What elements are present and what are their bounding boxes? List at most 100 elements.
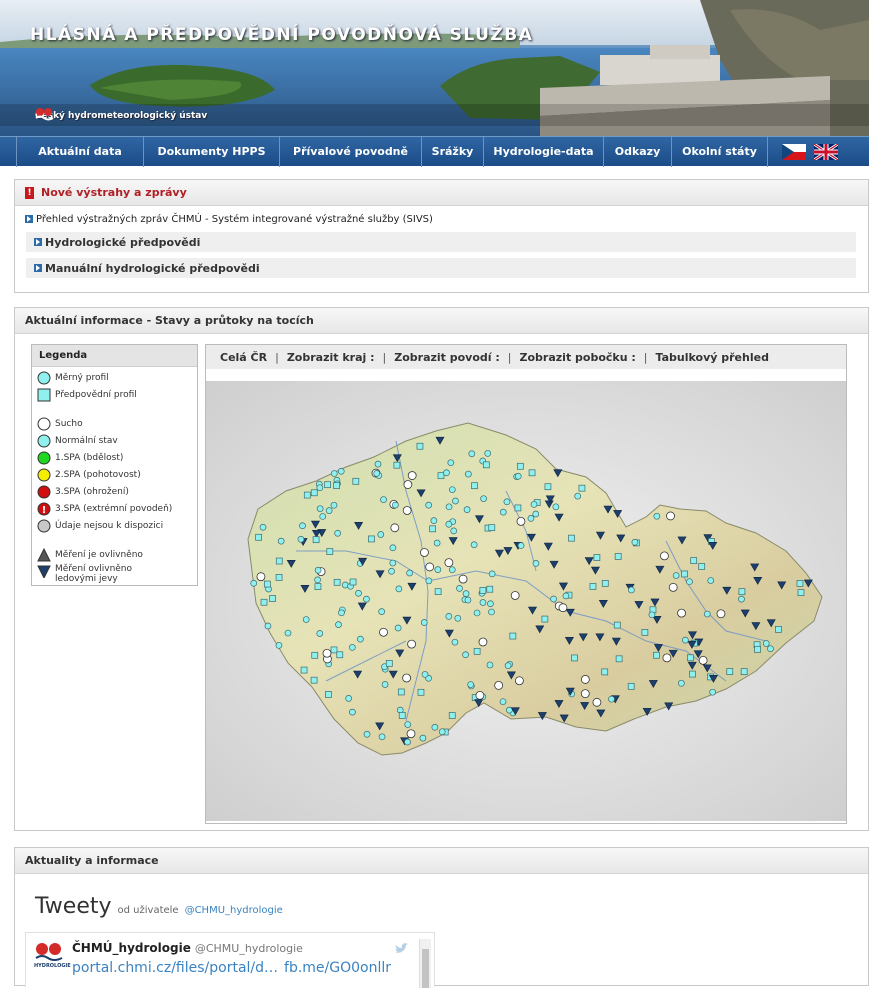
measuring-station-marker[interactable] [473,609,481,617]
measuring-station-marker[interactable] [314,576,321,584]
measuring-station-marker[interactable] [488,570,496,578]
forecast-station-marker[interactable] [310,489,318,497]
measuring-station-marker[interactable] [250,579,258,587]
measuring-station-marker[interactable] [484,450,492,457]
measuring-station-marker[interactable] [316,505,324,513]
drought-station-marker[interactable] [402,673,412,683]
measuring-station-marker[interactable] [425,577,433,585]
drought-station-marker[interactable] [402,506,412,515]
measuring-station-marker[interactable] [443,469,450,477]
measuring-station-marker[interactable] [264,622,272,630]
measuring-station-marker[interactable] [259,523,267,531]
forecast-station-marker[interactable] [333,482,340,489]
tab-zobrazit-povodi[interactable]: Zobrazit povodí : [394,351,500,364]
measuring-station-marker[interactable] [275,641,283,649]
measuring-station-marker[interactable] [419,734,427,742]
tab-cela-cr[interactable]: Celá ČR [220,351,267,364]
forecast-station-marker[interactable] [738,588,746,596]
forecast-station-marker[interactable] [300,666,308,674]
forecast-station-marker[interactable] [544,483,552,491]
forecast-station-marker[interactable] [314,583,322,590]
warnings-title[interactable]: Nové výstrahy a zprávy [41,186,187,199]
forecast-station-marker[interactable] [641,629,649,636]
measuring-station-marker[interactable] [608,695,615,703]
measuring-station-marker[interactable] [517,542,525,549]
measuring-station-marker[interactable] [330,501,338,509]
measuring-station-marker[interactable] [380,496,387,503]
forecast-station-marker[interactable] [303,491,311,499]
forecast-station-marker[interactable] [486,585,494,593]
drought-station-marker[interactable] [698,655,708,665]
measuring-station-marker[interactable] [574,492,582,500]
forecast-station-marker[interactable] [726,668,734,675]
measuring-station-marker[interactable] [431,723,439,731]
forecast-station-marker[interactable] [310,676,318,684]
measuring-station-marker[interactable] [325,507,333,514]
measuring-station-marker[interactable] [653,512,661,520]
widget-handle-link[interactable]: @CHMU_hydrologie [185,905,283,916]
forecast-station-marker[interactable] [255,533,262,541]
forecast-station-marker[interactable] [393,461,401,469]
tweet-card[interactable]: HYDROLOGIE ČHMÚ_hydrologie @CHMU_hydrolo… [25,932,435,988]
forecast-station-marker[interactable] [687,654,694,662]
forecast-station-marker[interactable] [614,553,622,560]
forecast-station-marker[interactable] [516,462,524,470]
measuring-station-marker[interactable] [404,738,411,746]
nav-aktualni-data[interactable]: Aktuální data [16,136,144,167]
measuring-station-marker[interactable] [738,595,745,603]
drought-station-marker[interactable] [677,608,686,618]
measuring-station-marker[interactable] [355,589,362,597]
measuring-station-marker[interactable] [467,681,475,688]
measuring-station-marker[interactable] [686,578,693,586]
forecast-station-marker[interactable] [416,442,424,450]
nav-privalove-povodne[interactable]: Přívalové povodně [280,136,422,167]
measuring-station-marker[interactable] [462,590,470,597]
forecast-station-marker[interactable] [263,580,271,588]
forecast-station-marker[interactable] [601,668,609,676]
forecast-station-marker[interactable] [330,646,338,654]
forecast-station-marker[interactable] [325,691,332,698]
nav-dokumenty-hpps[interactable]: Dokumenty HPPS [144,136,280,167]
forecast-station-marker[interactable] [775,626,782,633]
forecast-station-marker[interactable] [690,557,698,564]
measuring-station-marker[interactable] [394,624,402,632]
measuring-station-marker[interactable] [373,470,381,477]
tab-zobrazit-kraj[interactable]: Zobrazit kraj : [287,351,375,364]
measuring-station-marker[interactable] [381,681,389,688]
drought-station-marker[interactable] [458,574,468,584]
measuring-station-marker[interactable] [404,721,412,728]
forecast-station-marker[interactable] [398,712,406,719]
measuring-station-marker[interactable] [530,501,538,508]
drought-station-marker[interactable] [580,675,590,684]
measuring-station-marker[interactable] [335,621,342,628]
measuring-station-marker[interactable] [302,616,310,623]
section-hydrologicke-predpovedi[interactable]: Hydrologické předpovědi [26,232,856,252]
measuring-station-marker[interactable] [703,610,711,618]
measuring-station-marker[interactable] [681,636,689,644]
measuring-station-marker[interactable] [445,503,453,511]
measuring-station-marker[interactable] [337,467,345,475]
measuring-station-marker[interactable] [447,459,455,467]
measuring-station-marker[interactable] [438,728,446,736]
measuring-station-marker[interactable] [345,695,353,702]
forecast-station-marker[interactable] [698,563,706,570]
measuring-station-marker[interactable] [648,611,656,619]
drought-station-marker[interactable] [406,729,416,739]
drought-station-marker[interactable] [662,653,672,663]
twitter-bird-icon[interactable] [394,943,408,955]
measuring-station-marker[interactable] [334,529,342,537]
measuring-station-marker[interactable] [377,531,385,538]
measuring-station-marker[interactable] [527,514,535,522]
measuring-station-marker[interactable] [316,630,324,637]
measuring-station-marker[interactable] [430,517,438,524]
measuring-station-marker[interactable] [349,708,356,716]
forecast-station-marker[interactable] [479,587,487,594]
measuring-station-marker[interactable] [464,470,472,478]
forecast-station-marker[interactable] [615,655,623,663]
measuring-station-marker[interactable] [319,513,327,520]
drought-station-marker[interactable] [444,558,454,568]
drought-station-marker[interactable] [425,562,435,572]
forecast-station-marker[interactable] [488,524,496,532]
forecast-station-marker[interactable] [740,668,748,675]
forecast-station-marker[interactable] [509,632,517,640]
